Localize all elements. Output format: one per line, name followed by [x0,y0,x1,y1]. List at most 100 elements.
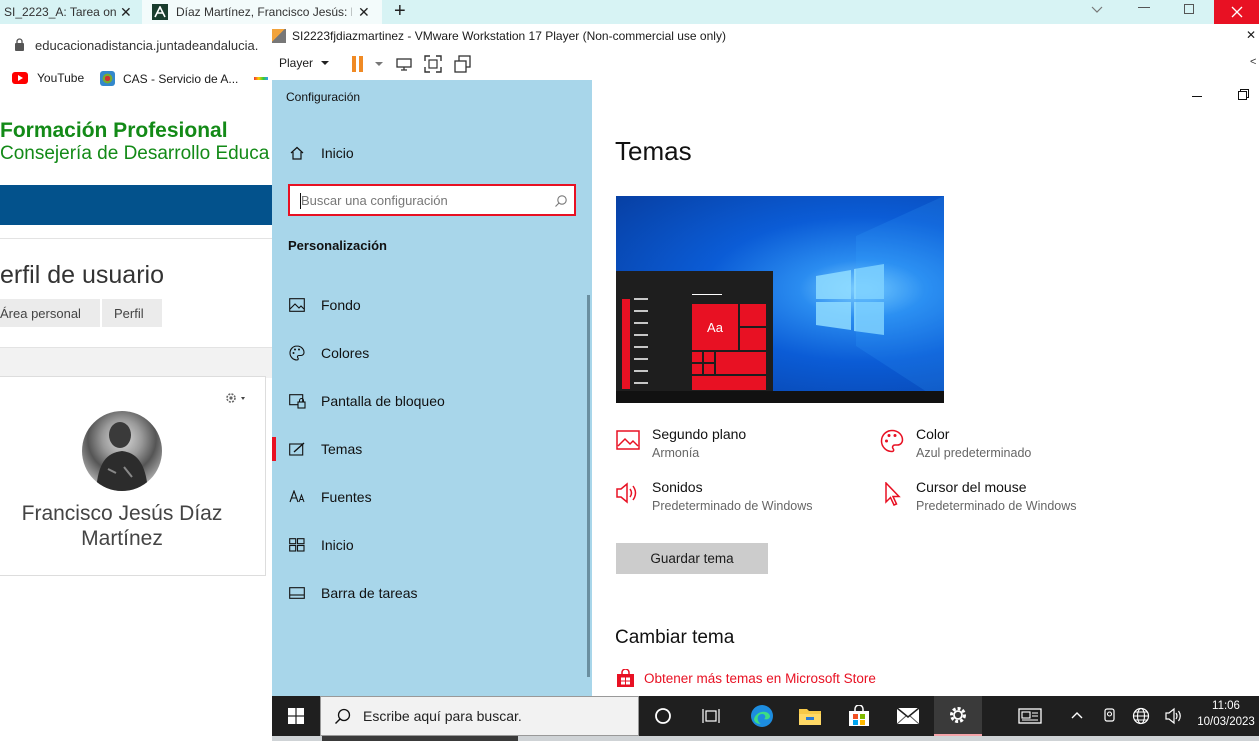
page-gap [0,348,272,378]
nav-item-pantalla-de-bloqueo[interactable]: Pantalla de bloqueo [272,377,592,425]
sidebar-scrollbar[interactable] [587,295,590,677]
nav-item-label: Barra de tareas [321,585,418,601]
windows-start-button[interactable] [272,696,320,736]
task-view-icon[interactable] [687,696,735,736]
collapse-toolbar-icon[interactable]: < [1250,56,1256,68]
preview-tile-small [704,352,714,362]
nav-item-barra-de-tareas[interactable]: Barra de tareas [272,569,592,617]
lock-screen-icon [288,393,306,409]
chevron-down-icon[interactable] [374,60,384,68]
preview-tile-small [692,364,702,374]
theme-prop-cursor[interactable]: Cursor del mouse Predeterminado de Windo… [880,479,1077,513]
breadcrumb-item[interactable]: Perfil [100,299,162,327]
unity-icon[interactable] [454,55,472,73]
image-icon [288,298,306,312]
prop-value: Predeterminado de Windows [916,499,1077,513]
preview-taskbar [616,391,944,403]
web-page: Formación Profesional Consejería de Desa… [0,92,272,741]
cas-icon [100,71,115,86]
vmware-icon [272,29,286,43]
edge-icon[interactable] [738,696,786,736]
tab-label: SI_2223_A: Tarea onl [4,5,116,19]
settings-taskbar-icon[interactable] [934,696,982,736]
send-ctrl-alt-del-icon[interactable] [395,55,413,73]
nav-item-label: Colores [321,345,370,361]
chevron-down-icon[interactable] [1090,2,1104,16]
volume-icon[interactable] [1165,707,1183,725]
preview-side-strip [622,299,630,389]
preview-tile: Aa [692,304,738,350]
store-link-label: Obtener más temas en Microsoft Store [644,671,876,686]
address-bar: educacionadistancia.juntadeandalucia. [0,24,272,64]
restore-icon[interactable] [1184,4,1194,14]
bookmark-overflow-icon[interactable] [254,77,268,80]
close-icon[interactable]: ✕ [1246,28,1256,42]
settings-home-item[interactable]: Inicio [272,129,592,177]
settings-search-input[interactable]: Buscar una configuración [288,184,576,216]
keyboard-icon[interactable] [1006,696,1054,736]
browser-tab[interactable]: SI_2223_A: Tarea onl ✕ [0,0,140,24]
fonts-icon [288,490,306,504]
active-indicator [272,437,276,461]
avatar [82,411,162,491]
taskbar-clock[interactable]: 11:06 10/03/2023 [1193,698,1259,730]
moodle-favicon-icon [152,4,168,20]
microsoft-store-icon[interactable] [835,696,883,736]
minimize-icon[interactable] [1138,7,1150,8]
taskbar-icon [288,587,306,599]
url-field[interactable]: educacionadistancia.juntadeandalucia. [35,38,258,53]
gear-icon[interactable] [224,391,250,405]
pause-icon[interactable] [351,55,365,73]
close-icon[interactable]: ✕ [120,4,132,21]
close-window-button[interactable] [1214,0,1259,24]
microsoft-store-link[interactable]: Obtener más temas en Microsoft Store [616,669,876,688]
fullscreen-icon[interactable] [424,55,442,73]
theme-prop-sounds[interactable]: Sonidos Predeterminado de Windows [616,479,813,513]
nav-item-inicio[interactable]: Inicio [272,521,592,569]
meet-now-icon[interactable] [1102,707,1118,725]
prop-value: Predeterminado de Windows [652,499,813,513]
breadcrumb-item[interactable]: Área personal [0,299,100,327]
profile-card: Francisco Jesús Díaz Martínez [0,376,266,576]
save-theme-button[interactable]: Guardar tema [616,543,768,574]
bookmark-youtube[interactable]: YouTube [12,71,84,85]
nav-item-label: Pantalla de bloqueo [321,393,445,409]
preview-tile-small [740,328,766,350]
restore-icon[interactable] [1238,91,1247,100]
start-icon [288,538,306,552]
page-header-card: erfil de usuario Área personal Perfil [0,238,272,348]
taskbar-search-input[interactable]: Escribe aquí para buscar. [320,696,639,736]
palette-icon [288,345,306,361]
nav-item-temas[interactable]: Temas [272,425,592,473]
cortana-icon[interactable] [639,696,687,736]
vmware-toolbar: Player < [272,48,1259,80]
new-tab-button[interactable]: + [394,0,406,22]
tab-label: Díaz Martínez, Francisco Jesús: Pe [176,5,352,19]
file-explorer-icon[interactable] [786,696,834,736]
prop-value: Armonía [652,446,700,460]
theme-prop-background[interactable]: Segundo plano Armonía [616,426,746,460]
preview-tile-small [740,304,766,326]
minimize-icon[interactable] [1192,96,1202,97]
bookmark-cas[interactable]: CAS - Servicio de A... [100,71,238,86]
search-icon [334,708,351,725]
site-title: Formación Profesional [0,119,228,142]
vmware-title: SI2223fjdiazmartinez - VMware Workstatio… [292,29,726,43]
browser-tab-active[interactable]: Díaz Martínez, Francisco Jesús: Pe ✕ [142,0,382,24]
theme-preview: Aa [616,196,944,403]
nav-item-colores[interactable]: Colores [272,329,592,377]
theme-prop-color[interactable]: Color Azul predeterminado [880,426,1031,460]
chevron-up-icon[interactable] [1070,708,1084,722]
settings-sidebar: Configuración Inicio Buscar una configur… [272,80,592,696]
network-globe-icon[interactable] [1132,707,1150,725]
close-icon[interactable]: ✕ [358,4,370,21]
mail-icon[interactable] [884,696,932,736]
nav-item-fuentes[interactable]: Fuentes [272,473,592,521]
windows-taskbar: Escribe aquí para buscar. 11:06 10/03/20… [272,696,1259,736]
player-menu[interactable]: Player [279,56,331,70]
nav-item-fondo[interactable]: Fondo [272,281,592,329]
settings-main: Temas Aa Segundo plano Armonía Color Azu… [592,80,1259,696]
themes-icon [288,442,306,456]
preview-start-menu: Aa [616,271,773,392]
page-title: Temas [615,136,692,166]
